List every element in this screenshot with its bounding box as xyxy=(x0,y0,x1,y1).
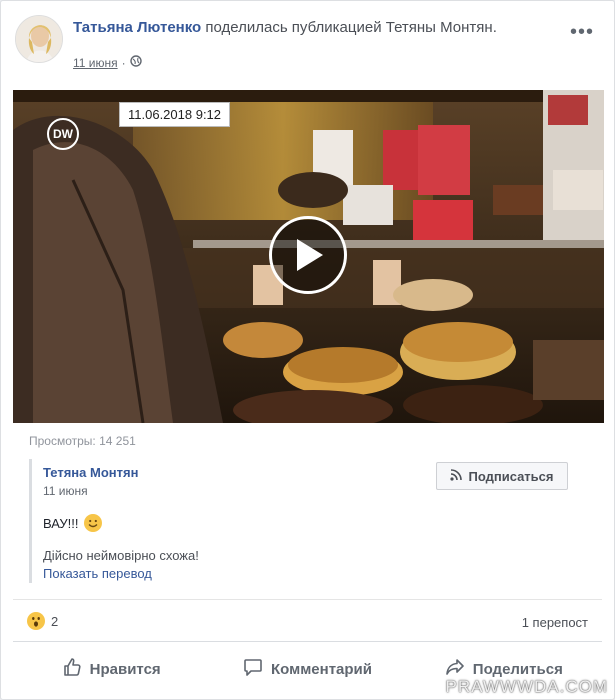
view-count: Просмотры: 14 251 xyxy=(29,434,136,448)
post-card: Татьяна Лютенко поделилась публикацией Т… xyxy=(0,0,615,700)
dw-logo-icon: DW xyxy=(47,118,79,150)
watermark: PRAWWWDA.COM xyxy=(445,677,608,696)
reactions-summary[interactable]: 2 xyxy=(27,612,58,630)
like-button[interactable]: Нравится xyxy=(13,649,209,689)
smile-emoji-icon xyxy=(84,514,103,532)
post-meta: 11 июня · xyxy=(73,55,142,70)
globe-icon[interactable] xyxy=(129,55,142,70)
show-translation-link[interactable]: Показать перевод xyxy=(43,566,152,581)
comment-button[interactable]: Комментарий xyxy=(209,649,405,689)
more-dots-icon[interactable]: ••• xyxy=(570,22,594,42)
shared-post-body-text: ВАУ!!! xyxy=(43,515,79,531)
author-avatar[interactable] xyxy=(15,15,63,63)
like-label: Нравится xyxy=(89,660,161,678)
divider xyxy=(13,599,602,600)
shared-post-author-link[interactable]: Тетяна Монтян xyxy=(43,465,138,480)
video-timestamp: 11.06.2018 9:12 xyxy=(119,102,231,127)
shared-post-body: ВАУ!!! xyxy=(43,514,103,532)
subscribe-label: Подписаться xyxy=(468,468,554,484)
shared-post-text: Дійсно неймовірно схожа! xyxy=(43,548,199,563)
share-label: Поделиться xyxy=(472,660,563,678)
shared-caption: поделилась публикацией Тетяны Монтян. xyxy=(201,19,497,36)
reaction-count: 2 xyxy=(51,613,59,629)
shared-post: Тетяна Монтян 11 июня Подписаться ВАУ!!!… xyxy=(29,459,589,583)
meta-separator: · xyxy=(121,55,126,70)
comment-label: Комментарий xyxy=(270,660,372,678)
post-date-link[interactable]: 11 июня xyxy=(73,56,118,70)
rss-icon xyxy=(450,468,463,484)
share-count[interactable]: 1 перепост xyxy=(522,615,588,630)
post-author-link[interactable]: Татьяна Лютенко xyxy=(73,19,201,36)
avatar-image xyxy=(16,16,62,62)
divider xyxy=(13,641,602,642)
wow-reaction-icon xyxy=(27,612,45,630)
post-header-text: Татьяна Лютенко поделилась публикацией Т… xyxy=(73,19,543,37)
shared-post-date[interactable]: 11 июня xyxy=(43,484,88,498)
comment-bubble-icon xyxy=(243,657,263,681)
video-player[interactable]: DW 11.06.2018 9:12 xyxy=(13,90,604,423)
subscribe-button[interactable]: Подписаться xyxy=(436,462,568,490)
play-icon[interactable] xyxy=(269,216,347,294)
thumbs-up-icon xyxy=(62,657,82,681)
